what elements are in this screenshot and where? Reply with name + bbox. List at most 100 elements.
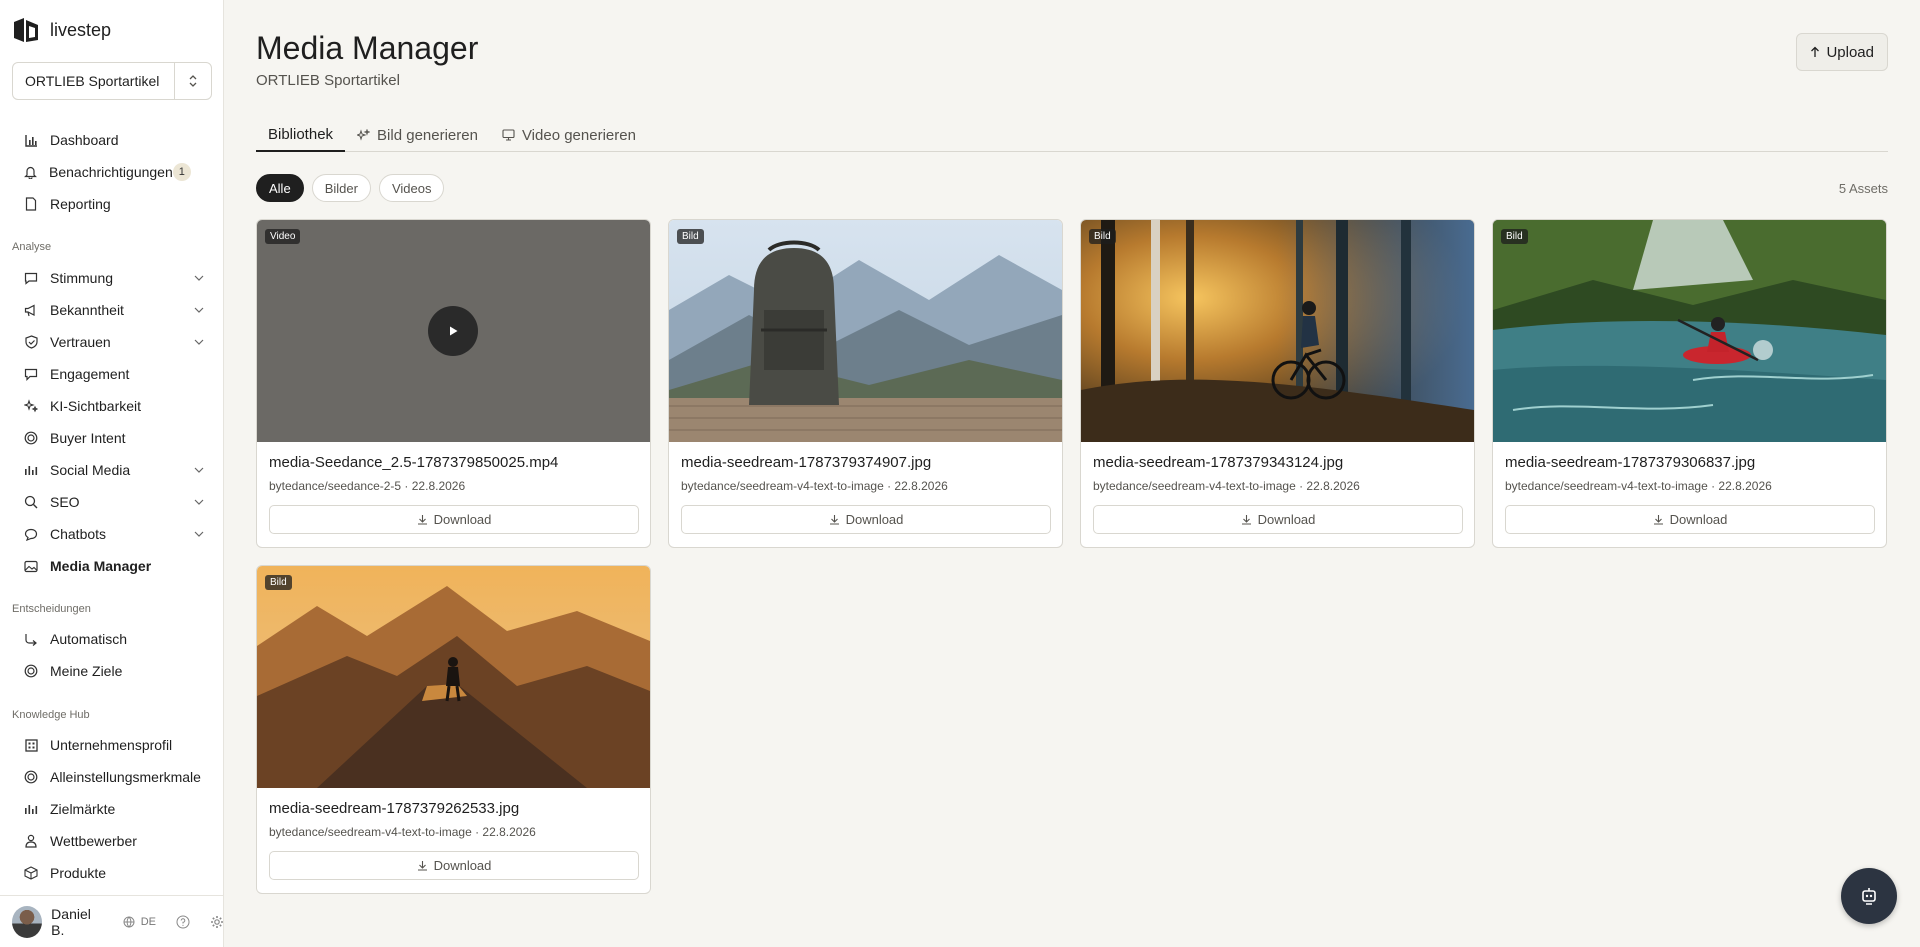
help-icon[interactable]: [176, 915, 190, 929]
gear-icon[interactable]: [210, 915, 224, 929]
image-thumbnail-mountain-ridge[interactable]: [257, 566, 650, 788]
upload-button-label: Upload: [1826, 43, 1874, 61]
sidebar-item-label: Benachrichtigungen: [49, 164, 173, 180]
sidebar-item-engagement[interactable]: Engagement: [12, 360, 212, 388]
avatar[interactable]: [12, 905, 43, 938]
chatbot-fab-button[interactable]: [1841, 868, 1897, 924]
image-thumbnail-kayak[interactable]: [1493, 220, 1886, 442]
monitor-icon: [502, 129, 515, 141]
download-button[interactable]: Download: [1093, 505, 1463, 534]
bars-icon: [24, 802, 38, 816]
sidebar-item-label: Buyer Intent: [50, 430, 126, 446]
tab-video-generieren[interactable]: Video generieren: [490, 118, 648, 152]
sidebar-item-reporting[interactable]: Reporting: [12, 190, 212, 218]
person-icon: [24, 834, 38, 848]
sidebar-item-alleinstellungsmerkmale[interactable]: Alleinstellungsmerkmale: [12, 763, 212, 791]
upload-button[interactable]: Upload: [1796, 33, 1888, 71]
download-icon: [417, 860, 428, 871]
sidebar-item-stimmung[interactable]: Stimmung: [12, 264, 212, 292]
download-button[interactable]: Download: [681, 505, 1051, 534]
media-type-tag: Bild: [265, 575, 292, 590]
media-card[interactable]: Bild media-seedream-1787379343124.jpg by…: [1080, 219, 1475, 548]
sidebar-item-label: Produkte: [50, 865, 107, 881]
media-card[interactable]: Bild media-seedream-1787379306837.jpg by…: [1492, 219, 1887, 548]
shield-check-icon: [24, 335, 38, 349]
sparkle-icon: [357, 128, 371, 142]
sidebar-item-unternehmensprofil[interactable]: Unternehmensprofil: [12, 731, 212, 759]
sidebar-item-vertrauen[interactable]: Vertrauen: [12, 328, 212, 356]
target-icon: [24, 431, 38, 445]
sidebar-item-dashboard[interactable]: Dashboard: [12, 126, 212, 154]
media-meta: bytedance/seedream-v4-text-to-image · 22…: [1505, 479, 1772, 493]
image-thumbnail-forest-bike[interactable]: [1081, 220, 1474, 442]
sidebar-item-label: Social Media: [50, 462, 131, 478]
section-label-analyse: Analyse: [12, 241, 52, 253]
image-thumbnail-backpack[interactable]: [669, 220, 1062, 442]
media-file-name: media-seedream-1787379306837.jpg: [1505, 454, 1756, 471]
robot-icon: [1859, 886, 1879, 906]
sidebar-item-zielmaerkte[interactable]: Zielmärkte: [12, 795, 212, 823]
tab-label: Video generieren: [521, 126, 636, 144]
filter-bilder[interactable]: Bilder: [311, 174, 371, 202]
bars-icon: [24, 463, 38, 477]
tab-bibliothek[interactable]: Bibliothek: [256, 118, 346, 152]
sidebar-item-seo[interactable]: SEO: [12, 488, 212, 516]
sidebar-item-wettbewerber[interactable]: Wettbewerber: [12, 827, 212, 855]
sidebar-item-bekanntheit[interactable]: Bekanntheit: [12, 296, 212, 324]
sidebar-item-label: Reporting: [50, 196, 111, 212]
download-icon: [417, 514, 428, 525]
section-label-knowledge-hub: Knowledge Hub: [12, 709, 90, 721]
sidebar-item-label: Dashboard: [50, 132, 119, 148]
chevron-up-down-icon[interactable]: [174, 63, 211, 99]
document-icon: [24, 197, 38, 211]
language-switch[interactable]: DE: [141, 916, 156, 928]
media-card[interactable]: Video media-Seedance_2.5-1787379850025.m…: [256, 219, 651, 548]
logo[interactable]: livestep: [12, 16, 111, 44]
media-meta: bytedance/seedream-v4-text-to-image · 22…: [681, 479, 948, 493]
sidebar-item-chatbots[interactable]: Chatbots: [12, 520, 212, 548]
media-file-name: media-Seedance_2.5-1787379850025.mp4: [269, 454, 559, 471]
sidebar-item-label: Chatbots: [50, 526, 107, 542]
filter-chips: Alle Bilder Videos: [256, 174, 445, 202]
sidebar-item-meine-ziele[interactable]: Meine Ziele: [12, 657, 212, 685]
media-card[interactable]: Bild media-seedream-1787379374907.jpg by…: [668, 219, 1063, 548]
main-content: Media Manager ORTLIEB Sportartikel Uploa…: [224, 0, 1920, 947]
filter-alle[interactable]: Alle: [256, 174, 304, 202]
asset-count: 5 Assets: [1838, 181, 1888, 196]
sidebar-item-social-media[interactable]: Social Media: [12, 456, 212, 484]
download-icon: [1653, 514, 1664, 525]
download-button[interactable]: Download: [1505, 505, 1875, 534]
download-button[interactable]: Download: [269, 505, 639, 534]
box-icon: [24, 866, 38, 880]
sidebar-item-automatisch[interactable]: Automatisch: [12, 625, 212, 653]
target-icon: [24, 770, 38, 784]
tab-label: Bild generieren: [377, 126, 478, 144]
play-icon[interactable]: [428, 306, 478, 356]
tab-bild-generieren[interactable]: Bild generieren: [345, 118, 490, 152]
globe-icon[interactable]: [123, 916, 135, 928]
sidebar-item-media-manager[interactable]: Media Manager: [12, 552, 212, 580]
tab-bar: Bibliothek Bild generieren Video generie…: [256, 118, 1888, 152]
sidebar-item-label: Vertrauen: [50, 334, 111, 350]
media-card[interactable]: Bild media-seedream-1787379262533.jpg by…: [256, 565, 651, 894]
download-button-label: Download: [1669, 512, 1728, 527]
sidebar-item-produkte[interactable]: Produkte: [12, 859, 212, 887]
megaphone-icon: [24, 303, 38, 317]
sidebar-item-ki-sichtbarkeit[interactable]: KI-Sichtbarkeit: [12, 392, 212, 420]
chart-bars-icon: [24, 133, 38, 147]
target-icon: [24, 664, 38, 678]
download-button[interactable]: Download: [269, 851, 639, 880]
chevron-down-icon: [194, 275, 204, 281]
sidebar-item-label: Stimmung: [50, 270, 114, 286]
filter-videos[interactable]: Videos: [378, 174, 445, 202]
media-type-tag: Bild: [1501, 229, 1528, 244]
organization-select[interactable]: ORTLIEB Sportartikel: [12, 62, 212, 100]
media-meta: bytedance/seedance-2-5 · 22.8.2026: [269, 479, 466, 493]
sidebar-item-benachrichtigungen[interactable]: Benachrichtigungen 1: [12, 158, 212, 186]
chevron-down-icon: [194, 339, 204, 345]
sidebar-item-label: Zielmärkte: [50, 801, 116, 817]
sidebar-item-buyer-intent[interactable]: Buyer Intent: [12, 424, 212, 452]
page-title: Media Manager: [256, 30, 479, 66]
media-meta: bytedance/seedream-v4-text-to-image · 22…: [1093, 479, 1360, 493]
section-label-entscheidungen: Entscheidungen: [12, 603, 91, 615]
